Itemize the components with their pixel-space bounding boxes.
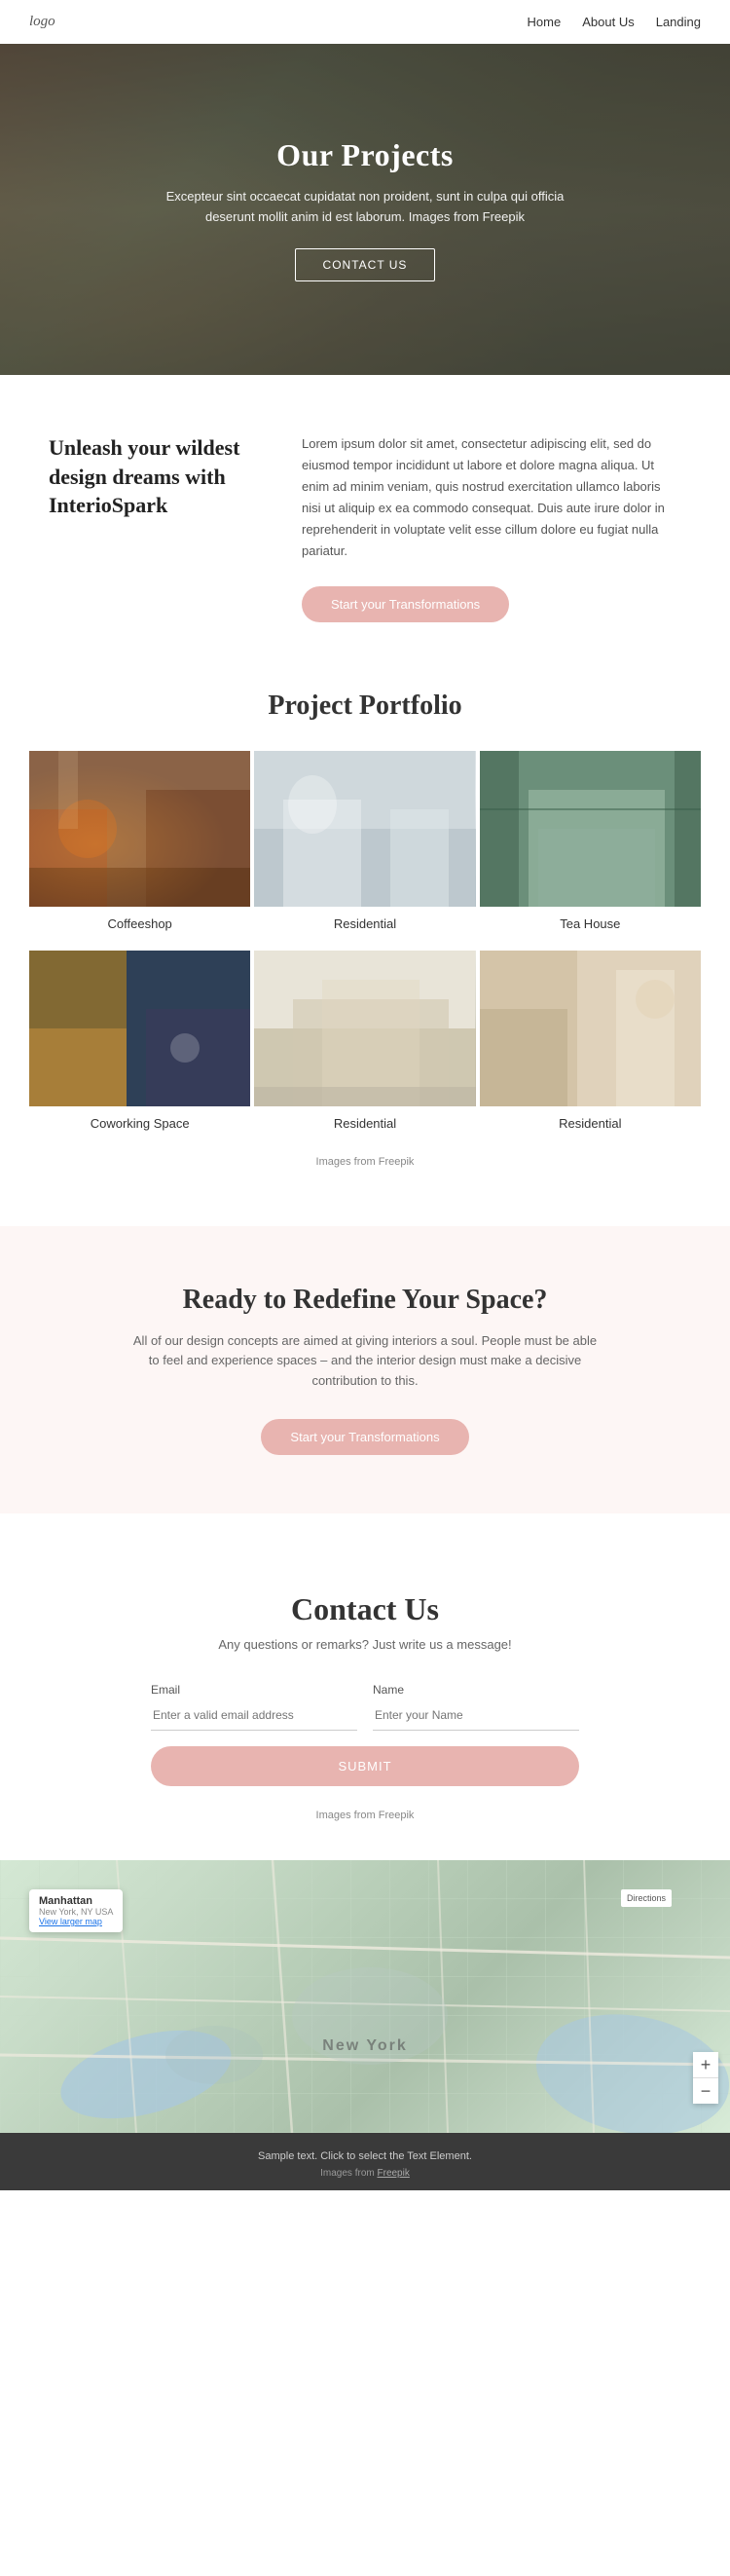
portfolio-item-teahouse[interactable]: Tea House (480, 751, 701, 947)
portfolio-img-residential2 (254, 951, 475, 1106)
hero-freepik-link[interactable]: Freepik (483, 209, 525, 224)
map-zoom-in[interactable]: + (693, 2052, 718, 2077)
portfolio-item-coworking[interactable]: Coworking Space (29, 951, 250, 1146)
contact-title: Contact Us (29, 1591, 701, 1627)
map-zoom-out[interactable]: − (693, 2078, 718, 2104)
hero-content: Our Projects Excepteur sint occaecat cup… (141, 118, 589, 302)
portfolio-item-residential2[interactable]: Residential (254, 951, 475, 1146)
hero-cta-button[interactable]: CONTACT US (295, 248, 436, 281)
name-input[interactable] (373, 1700, 579, 1731)
map-ctrl[interactable]: Directions (621, 1889, 672, 1907)
nav-links: Home About Us Landing (528, 15, 701, 29)
map-pin-address: New York, NY USA (39, 1907, 113, 1917)
footer-freepik-link[interactable]: Freepik (378, 2168, 410, 2179)
map-view-larger[interactable]: View larger map (39, 1917, 113, 1926)
map-container: Manhattan New York, NY USA View larger m… (0, 1860, 730, 2133)
email-label: Email (151, 1683, 357, 1697)
portfolio-label-residential3: Residential (480, 1106, 701, 1146)
portfolio-label-residential1: Residential (254, 907, 475, 947)
portfolio-attribution: Images from Freepik (29, 1156, 701, 1168)
portfolio-img-residential1 (254, 751, 475, 907)
form-row: Email Name (151, 1683, 579, 1731)
map-city-label: New York (322, 2037, 407, 2055)
portfolio-item-coffeeshop[interactable]: Coffeeshop (29, 751, 250, 947)
map-pin-title: Manhattan (39, 1895, 113, 1907)
hero-section: Our Projects Excepteur sint occaecat cup… (0, 44, 730, 375)
nav-home[interactable]: Home (528, 15, 562, 29)
portfolio-section: Project Portfolio Coffeeshop (0, 671, 730, 1207)
contact-subtitle: Any questions or remarks? Just write us … (29, 1637, 701, 1652)
footer-attribution: Images from Freepik (19, 2168, 711, 2179)
footer-sample-text[interactable]: Sample text. Click to select the Text El… (19, 2150, 711, 2162)
nav-about[interactable]: About Us (582, 15, 634, 29)
intro-heading-block: Unleash your wildest design dreams with … (49, 433, 263, 520)
email-input[interactable] (151, 1700, 357, 1731)
portfolio-freepik-link[interactable]: Freepik (379, 1156, 415, 1168)
contact-form: Email Name SUBMIT (151, 1683, 579, 1786)
portfolio-label-coworking: Coworking Space (29, 1106, 250, 1146)
nav-landing[interactable]: Landing (656, 15, 701, 29)
cta-section: Ready to Redefine Your Space? All of our… (0, 1226, 730, 1513)
cta-description: All of our design concepts are aimed at … (131, 1331, 599, 1392)
hero-title: Our Projects (161, 137, 569, 173)
portfolio-grid: Coffeeshop Residential (29, 751, 701, 1146)
name-label: Name (373, 1683, 579, 1697)
portfolio-title: Project Portfolio (29, 691, 701, 722)
portfolio-img-coffeeshop (29, 751, 250, 907)
portfolio-label-residential2: Residential (254, 1106, 475, 1146)
navbar: logo Home About Us Landing (0, 0, 730, 44)
intro-cta-button[interactable]: Start your Transformations (302, 586, 509, 622)
intro-section: Unleash your wildest design dreams with … (0, 375, 730, 671)
cta-button[interactable]: Start your Transformations (261, 1419, 468, 1455)
footer: Sample text. Click to select the Text El… (0, 2133, 730, 2190)
map-pin: Manhattan New York, NY USA View larger m… (29, 1889, 123, 1932)
portfolio-label-teahouse: Tea House (480, 907, 701, 947)
logo: logo (29, 14, 55, 30)
portfolio-item-residential1[interactable]: Residential (254, 751, 475, 947)
intro-heading: Unleash your wildest design dreams with … (49, 433, 263, 520)
submit-button[interactable]: SUBMIT (151, 1746, 579, 1786)
portfolio-label-coffeeshop: Coffeeshop (29, 907, 250, 947)
map-zoom-controls: + − (693, 2052, 718, 2104)
contact-freepik-link[interactable]: Freepik (379, 1810, 415, 1821)
email-field-group: Email (151, 1683, 357, 1731)
hero-description: Excepteur sint occaecat cupidatat non pr… (161, 187, 569, 228)
name-field-group: Name (373, 1683, 579, 1731)
portfolio-item-residential3[interactable]: Residential (480, 951, 701, 1146)
portfolio-img-residential3 (480, 951, 701, 1106)
intro-body-block: Lorem ipsum dolor sit amet, consectetur … (302, 433, 681, 622)
cta-title: Ready to Redefine Your Space? (29, 1285, 701, 1316)
portfolio-img-coworking (29, 951, 250, 1106)
contact-section: Contact Us Any questions or remarks? Jus… (0, 1533, 730, 1860)
intro-body: Lorem ipsum dolor sit amet, consectetur … (302, 433, 681, 563)
contact-attribution: Images from Freepik (29, 1810, 701, 1821)
portfolio-img-teahouse (480, 751, 701, 907)
